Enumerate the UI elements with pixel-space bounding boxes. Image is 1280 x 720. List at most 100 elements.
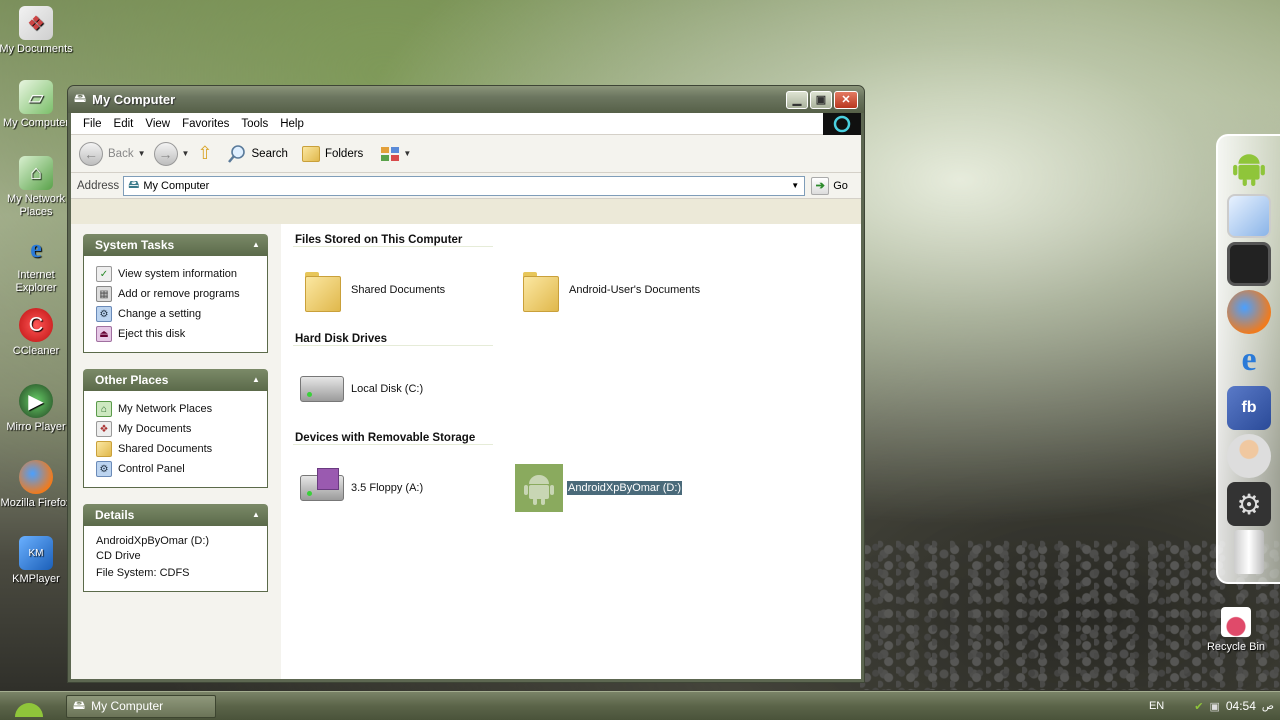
desktop-icon-label: Mirro Player (6, 421, 66, 433)
item-local-disk-c[interactable]: Local Disk (C:) (297, 365, 515, 413)
ccleaner-icon: C (19, 308, 53, 342)
windows-throbber-icon (823, 113, 861, 135)
documents-icon: ❖ (96, 421, 112, 437)
collapse-chevron-icon[interactable]: ▲ (250, 508, 262, 520)
desktop-icon-internet-explorer[interactable]: e Internet Explorer (0, 232, 74, 295)
facebook-icon[interactable]: fb (1227, 386, 1271, 430)
group-header-stored-files: Files Stored on This Computer (293, 229, 493, 247)
collapse-chevron-icon[interactable]: ▲ (250, 238, 262, 250)
menu-edit[interactable]: Edit (108, 118, 140, 130)
menu-file[interactable]: File (77, 118, 108, 130)
task-add-remove-programs[interactable]: ▦ Add or remove programs (96, 284, 259, 304)
task-eject-disk[interactable]: ⏏ Eject this disk (96, 324, 259, 344)
desktop-icon-my-computer[interactable]: ▱ My Computer (0, 80, 74, 130)
computer-icon: 🖴 (73, 697, 86, 712)
window-titlebar[interactable]: 🖴 My Computer ▁ ▣ ✕ (68, 86, 864, 113)
search-label: Search (251, 147, 288, 160)
taskbar-item-my-computer[interactable]: 🖴 My Computer (66, 694, 216, 718)
forward-button[interactable]: → ▼ (153, 141, 190, 166)
desktop-icon-label: CCleaner (12, 345, 60, 357)
system-tasks-header[interactable]: System Tasks ▲ (83, 234, 268, 256)
folder-icon (523, 270, 559, 312)
address-value: My Computer (143, 179, 210, 192)
network-icon: ⌂ (19, 156, 53, 190)
folder-icon (305, 270, 341, 312)
collapse-chevron-icon[interactable]: ▲ (250, 373, 262, 385)
address-label: Address (77, 179, 120, 192)
place-control-panel[interactable]: ⚙ Control Panel (96, 459, 259, 479)
search-button[interactable]: Search (227, 144, 288, 164)
system-tasks-panel: System Tasks ▲ ✓ View system information… (83, 234, 268, 353)
menu-favorites[interactable]: Favorites (176, 118, 235, 130)
chevron-down-icon[interactable]: ▼ (138, 149, 146, 158)
start-button[interactable] (0, 692, 58, 720)
other-places-panel: Other Places ▲ ⌂ My Network Places ❖ My … (83, 369, 268, 488)
menu-help[interactable]: Help (274, 118, 310, 130)
folder-icon (96, 441, 112, 457)
chevron-down-icon[interactable]: ▼ (403, 149, 411, 158)
system-info-icon: ✓ (96, 266, 112, 282)
desktop-icon-my-documents[interactable]: ❖ My Documents (0, 6, 74, 56)
forward-arrow-icon: → (153, 141, 178, 166)
hard-drive-icon (300, 375, 344, 402)
details-header[interactable]: Details ▲ (83, 504, 268, 526)
desktop-icon-firefox[interactable]: Mozilla Firefox (0, 460, 74, 510)
address-input[interactable]: 🖴 My Computer ▼ (123, 175, 806, 196)
mirro-player-icon: ▶ (19, 384, 53, 418)
maximize-button[interactable]: ▣ (810, 90, 832, 109)
task-change-setting[interactable]: ⚙ Change a setting (96, 304, 259, 324)
system-tray: EN ✔ ▣ 04:54 ص (1149, 692, 1280, 720)
folders-label: Folders (324, 147, 364, 160)
chevron-down-icon[interactable]: ▼ (182, 149, 190, 158)
menu-tools[interactable]: Tools (235, 118, 274, 130)
android-icon (15, 703, 43, 717)
ie-icon[interactable]: e (1227, 338, 1271, 382)
menu-bar: File Edit View Favorites Tools Help (71, 113, 861, 135)
other-places-header[interactable]: Other Places ▲ (83, 369, 268, 391)
menu-view[interactable]: View (139, 118, 176, 130)
clock[interactable]: 04:54 (1226, 699, 1256, 713)
trash-can-icon[interactable] (1234, 530, 1264, 574)
toolbar: ← Back ▼ → ▼ ⇧ Search Folders ▼ (71, 135, 861, 173)
settings-gear-icon[interactable]: ⚙ (1227, 482, 1271, 526)
network-icon: ⌂ (96, 401, 112, 417)
place-shared-documents[interactable]: Shared Documents (96, 439, 259, 459)
go-button[interactable]: ➔ Go (811, 176, 848, 195)
desktop-icon-recycle-bin[interactable]: Recycle Bin (1203, 607, 1269, 653)
user-support-icon[interactable] (1227, 434, 1271, 478)
desktop-icon-kmplayer[interactable]: KM KMPlayer (0, 536, 74, 586)
item-android-user-documents[interactable]: Android-User's Documents (515, 266, 733, 314)
minimize-button[interactable]: ▁ (786, 90, 808, 109)
back-button[interactable]: ← Back ▼ (79, 141, 146, 166)
desktop-icon-label: KMPlayer (12, 573, 60, 585)
item-floppy-a[interactable]: 3.5 Floppy (A:) (297, 464, 515, 512)
up-folder-button[interactable]: ⇧ (197, 143, 212, 164)
control-panel-icon: ⚙ (96, 461, 112, 477)
desktop-icon-mirro-player[interactable]: ▶ Mirro Player (0, 384, 74, 434)
address-bar: Address 🖴 My Computer ▼ ➔ Go (71, 173, 861, 199)
views-button[interactable]: ▼ (381, 146, 411, 161)
android-icon[interactable] (1227, 146, 1271, 190)
firefox-icon[interactable] (1227, 290, 1271, 334)
desktop-icon-ccleaner[interactable]: C CCleaner (0, 308, 74, 358)
place-network-places[interactable]: ⌂ My Network Places (96, 399, 259, 419)
language-indicator[interactable]: EN (1149, 700, 1164, 712)
chevron-down-icon[interactable]: ▼ (788, 179, 802, 193)
search-icon (227, 144, 245, 163)
network-tray-icon[interactable]: ✔ (1194, 700, 1203, 713)
documents-icon: ❖ (19, 6, 53, 40)
item-android-cd-d[interactable]: AndroidXpByOmar (D:) (515, 463, 733, 512)
monitor-icon[interactable] (1227, 194, 1271, 238)
folders-button[interactable]: Folders (301, 145, 364, 162)
tray-app-icon[interactable]: ▣ (1209, 700, 1219, 713)
task-view-system-information[interactable]: ✓ View system information (96, 264, 259, 284)
details-panel: Details ▲ AndroidXpByOmar (D:) CD Drive … (83, 504, 268, 592)
item-shared-documents[interactable]: Shared Documents (297, 266, 515, 314)
place-my-documents[interactable]: ❖ My Documents (96, 419, 259, 439)
go-label: Go (833, 179, 848, 192)
right-dock: e fb ⚙ (1216, 134, 1280, 584)
android-icon (524, 474, 554, 505)
close-button[interactable]: ✕ (834, 90, 858, 109)
tablet-icon[interactable] (1227, 242, 1271, 286)
desktop-icon-network-places[interactable]: ⌂ My Network Places (0, 156, 74, 219)
